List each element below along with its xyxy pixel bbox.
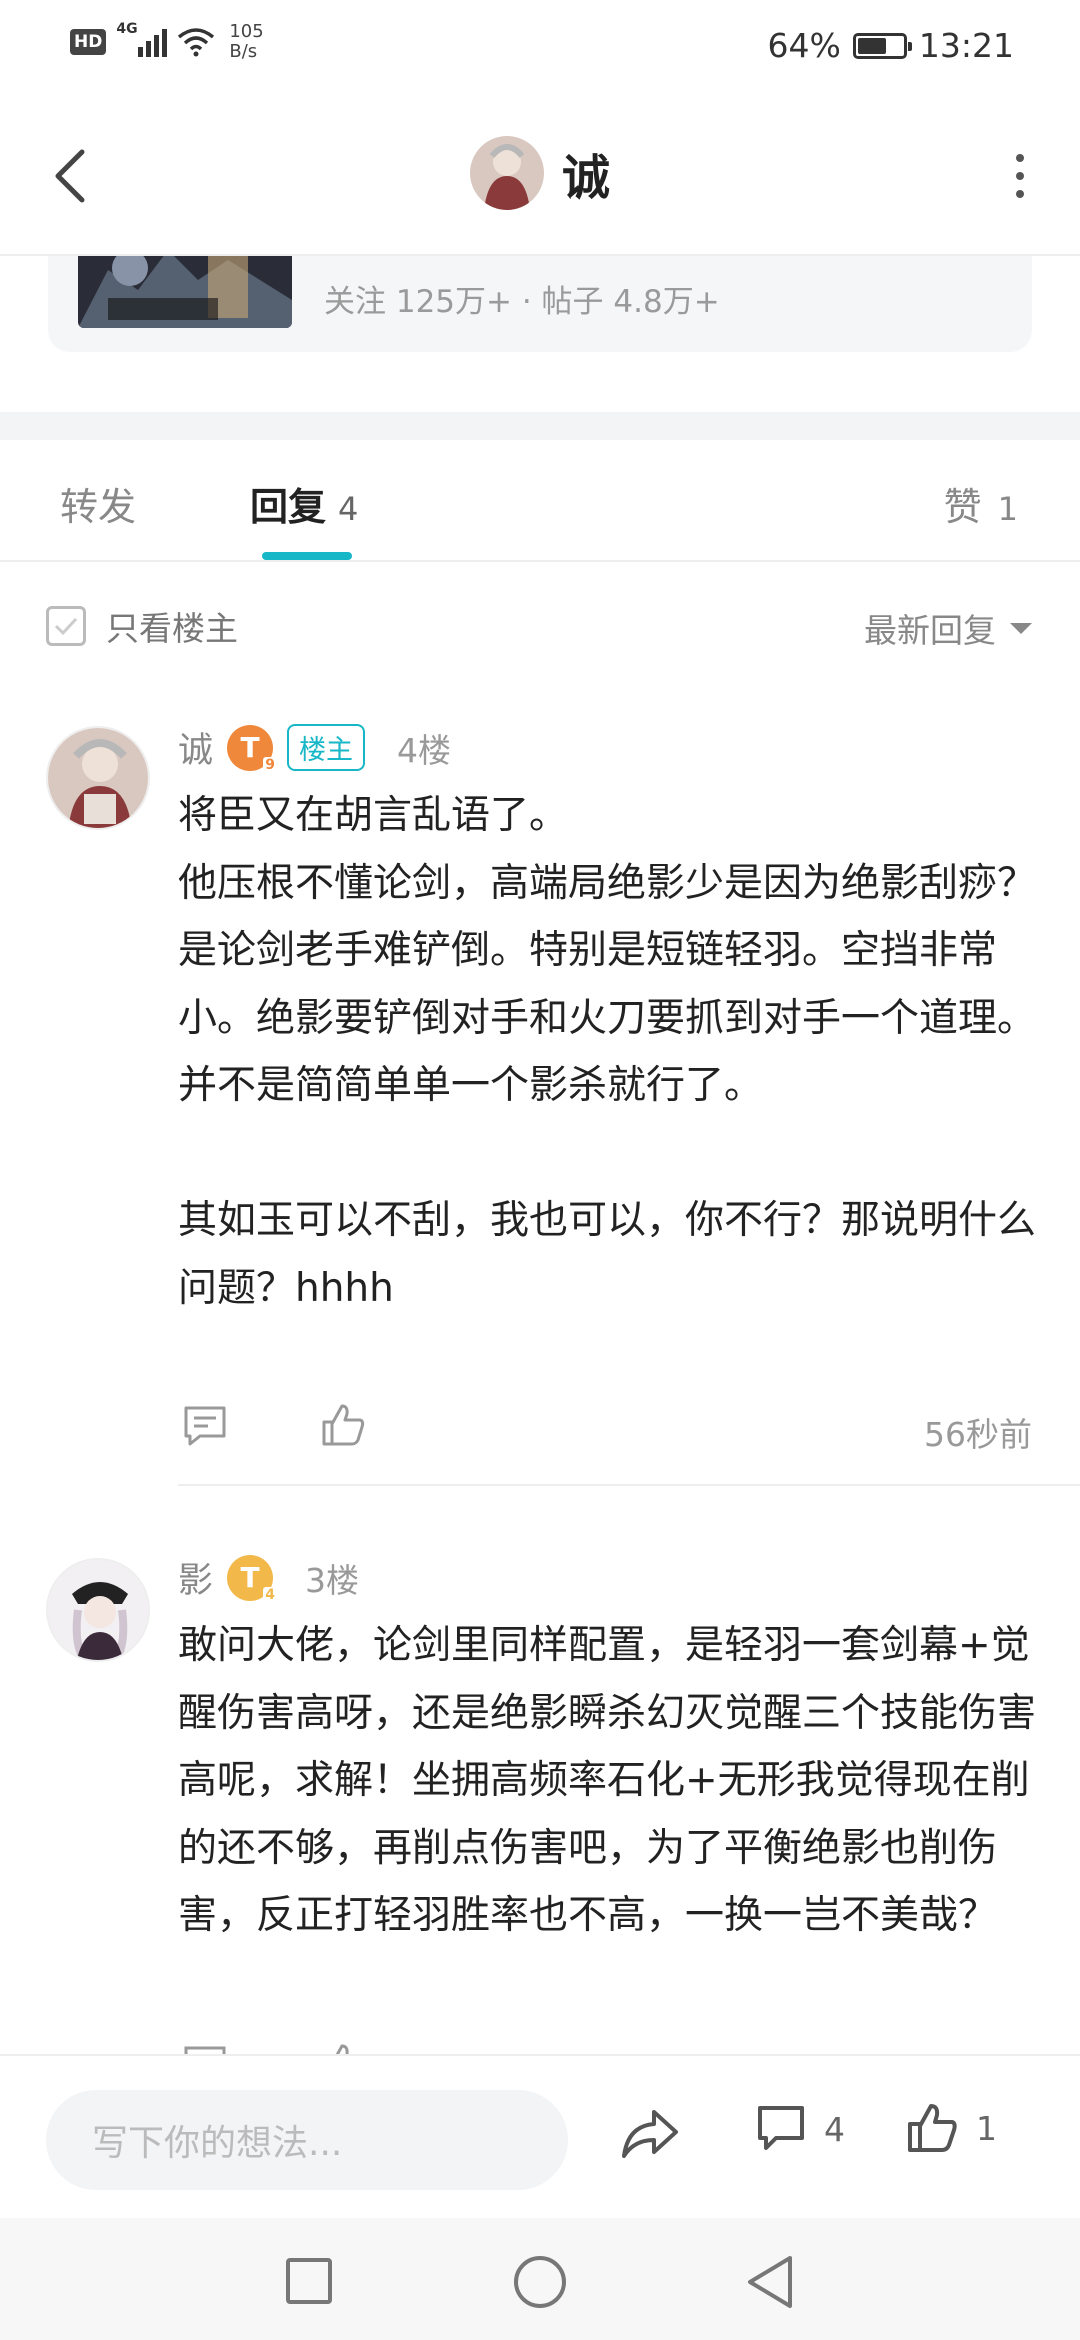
speed-unit: B/s xyxy=(229,41,258,62)
filter-row: 只看楼主 最新回复 xyxy=(0,564,1080,680)
home-button[interactable] xyxy=(514,2256,566,2308)
reply-username[interactable]: 影 xyxy=(178,1552,213,1603)
caret-down-icon xyxy=(1010,622,1032,634)
thumbs-up-icon xyxy=(335,2044,349,2054)
comment-input-placeholder: 写下你的想法... xyxy=(92,2123,343,2164)
level-number: 4 xyxy=(263,1586,278,1603)
tab-reply-label: 回复 xyxy=(250,485,327,529)
reply-content: 敢问大佬，论剑里同样配置，是轻羽一套剑幕+觉醒伤害高呀，还是绝影瞬杀幻灭觉醒三个… xyxy=(178,1623,1037,1938)
thumbs-up-icon xyxy=(322,1404,365,1446)
status-bar: HD 4G 105 B/s 64% 13:21 xyxy=(0,0,1080,96)
tab-like[interactable]: 赞1 xyxy=(944,476,1018,531)
level-letter: T xyxy=(240,1561,260,1594)
op-badge: 楼主 xyxy=(287,724,366,771)
tab-like-label: 赞 xyxy=(943,485,982,529)
reply-actions: 56秒前 xyxy=(178,1400,1038,1460)
signal-icon: 4G xyxy=(116,21,168,57)
share-icon xyxy=(622,2110,678,2158)
battery-icon xyxy=(852,32,912,59)
system-nav-bar xyxy=(0,2218,1080,2340)
triangle-back-icon xyxy=(748,2256,792,2308)
page-title: 诚 xyxy=(561,150,610,206)
comment-count: 4 xyxy=(824,2109,845,2149)
battery-fill xyxy=(857,37,887,54)
like-button[interactable]: 1 xyxy=(906,2102,997,2154)
sort-label: 最新回复 xyxy=(864,611,996,650)
wifi-icon xyxy=(178,28,215,57)
bottom-action-bar: 写下你的想法... 4 1 xyxy=(0,2054,1080,2216)
system-back-button[interactable] xyxy=(744,2254,796,2314)
network-type: 4G xyxy=(116,21,138,37)
more-options-button[interactable] xyxy=(1000,144,1040,208)
comments-button[interactable]: 4 xyxy=(756,2104,845,2154)
tab-forward[interactable]: 转发 xyxy=(60,476,136,531)
reply-time: 56秒前 xyxy=(924,1415,1032,1454)
only-op-label: 只看楼主 xyxy=(106,609,238,648)
floor-number: 3楼 xyxy=(305,1560,360,1600)
reply-like-button[interactable] xyxy=(320,2042,366,2054)
comment-icon xyxy=(758,2106,804,2150)
battery-percent: 64% xyxy=(767,26,841,65)
reply-comment-button[interactable] xyxy=(182,1404,228,1452)
comment-icon xyxy=(184,1406,226,1446)
section-divider xyxy=(0,412,1080,440)
hd-indicator: HD xyxy=(70,29,107,55)
reply-avatar[interactable] xyxy=(46,726,150,830)
reply-comment-button[interactable] xyxy=(182,2044,228,2054)
floor-number: 4楼 xyxy=(397,730,452,770)
reply-item: 诚 T 9 楼主 4楼 将臣又在胡言乱语了。 他压根不懂论剑，高端局绝影少是因为… xyxy=(0,690,1080,1490)
sort-dropdown[interactable]: 最新回复 xyxy=(864,604,1032,652)
comment-input[interactable]: 写下你的想法... xyxy=(46,2090,568,2190)
like-count: 1 xyxy=(976,2108,997,2148)
reply-username[interactable]: 诚 xyxy=(178,722,213,773)
only-op-toggle[interactable]: 只看楼主 xyxy=(46,602,238,650)
reply-like-button[interactable] xyxy=(320,1402,366,1452)
speed-value: 105 xyxy=(229,21,264,42)
forum-stats: 关注 125万+ · 帖子 4.8万+ xyxy=(324,284,720,320)
reply-avatar[interactable] xyxy=(46,1558,150,1662)
level-badge: T 9 xyxy=(227,724,278,773)
level-letter: T xyxy=(240,731,260,764)
level-badge: T 4 xyxy=(227,1554,278,1603)
tab-bar: 转发 回复 4 赞1 xyxy=(0,440,1080,562)
only-op-checkbox[interactable] xyxy=(46,606,86,646)
level-number: 9 xyxy=(263,756,278,773)
top-app-bar: 诚 xyxy=(0,96,1080,256)
network-speed: 105 B/s xyxy=(229,22,263,62)
check-icon xyxy=(54,617,78,636)
tab-like-count: 1 xyxy=(997,490,1018,528)
author-avatar[interactable] xyxy=(469,136,544,210)
more-vertical-icon xyxy=(1016,154,1024,162)
tab-reply-count: 4 xyxy=(338,490,359,528)
comment-icon xyxy=(184,2046,226,2054)
reply-divider xyxy=(178,1484,1080,1486)
tab-reply[interactable]: 回复 4 xyxy=(250,476,358,531)
thumbs-up-icon xyxy=(908,2104,957,2152)
share-button[interactable] xyxy=(620,2106,680,2166)
reply-actions xyxy=(178,2040,1038,2054)
clock: 13:21 xyxy=(918,26,1014,65)
reply-content: 将臣又在胡言乱语了。 他压根不懂论剑，高端局绝影少是因为绝影刮痧？ 是论剑老手难… xyxy=(178,793,1037,1311)
active-tab-indicator xyxy=(262,552,352,560)
tab-forward-label: 转发 xyxy=(60,485,137,529)
recent-apps-button[interactable] xyxy=(286,2258,332,2304)
reply-item: 影 T 4 3楼 敢问大佬，论剑里同样配置，是轻羽一套剑幕+觉醒伤害高呀，还是绝… xyxy=(0,1500,1080,2054)
